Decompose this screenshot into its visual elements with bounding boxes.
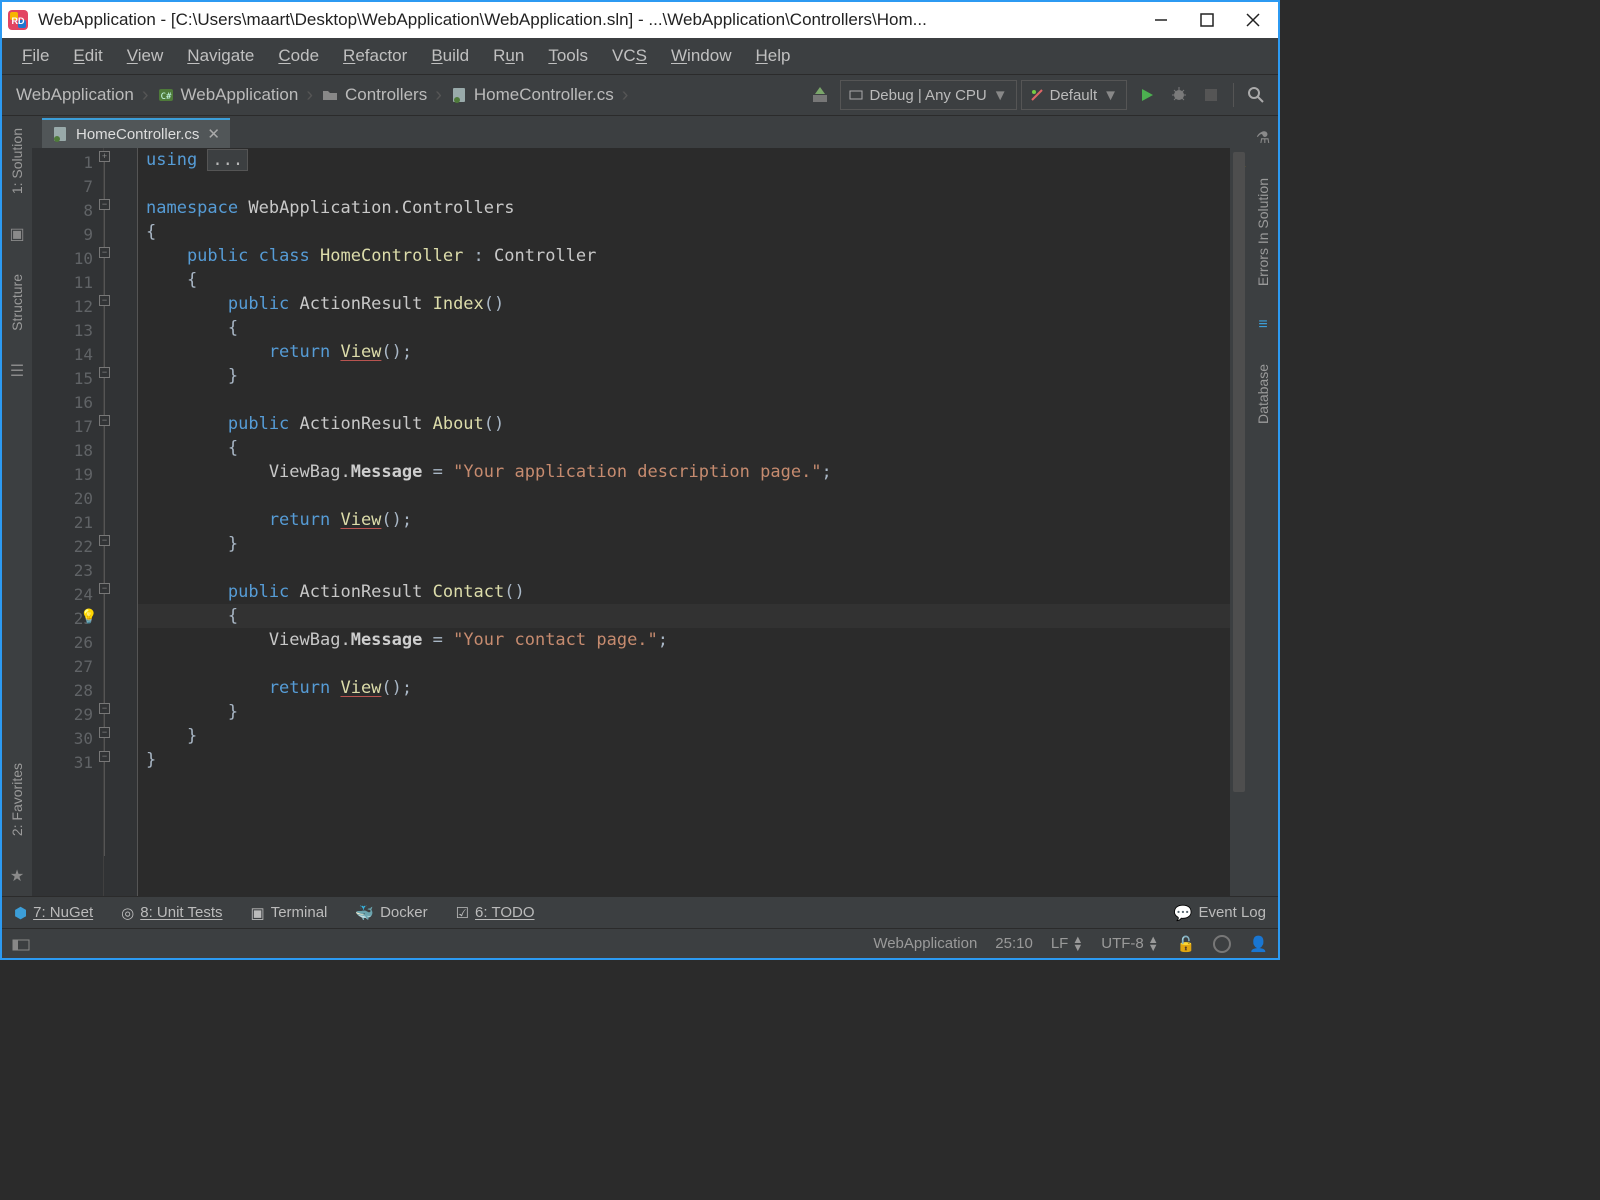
chevron-right-icon: ›	[435, 84, 442, 107]
svg-text:RD: RD	[12, 16, 25, 26]
status-caret-pos[interactable]: 25:10	[995, 935, 1033, 952]
window-title: WebApplication - [C:\Users\maart\Desktop…	[38, 10, 1138, 30]
main-row: 1: Solution ▣ Structure ☰ 2: Favorites ★…	[2, 116, 1278, 896]
bulb-icon[interactable]: 💡	[80, 608, 97, 625]
breadcrumb-project[interactable]: C# WebApplication	[149, 85, 307, 105]
fold-toggle[interactable]: −	[99, 703, 110, 714]
flask-icon: ⚗	[1256, 128, 1270, 148]
fold-toggle[interactable]: −	[99, 199, 110, 210]
fold-toggle[interactable]: −	[99, 295, 110, 306]
chevron-right-icon: ›	[306, 84, 313, 107]
menu-window[interactable]: Window	[661, 42, 741, 70]
file-tab[interactable]: HomeController.cs ✕	[42, 118, 230, 148]
tool-docker[interactable]: 🐳Docker	[355, 904, 427, 922]
run-button[interactable]	[1131, 80, 1163, 110]
structure-icon: ☰	[10, 361, 24, 381]
tool-event-log[interactable]: 💬Event Log	[1174, 904, 1266, 922]
editor: HomeController.cs ✕ 1 7 8 9 10 11 12 13 …	[32, 116, 1248, 896]
tool-todo[interactable]: ☑6: TODO	[456, 904, 535, 922]
maximize-button[interactable]	[1184, 2, 1230, 38]
minimize-button[interactable]	[1138, 2, 1184, 38]
breadcrumb-file[interactable]: HomeController.cs	[442, 85, 622, 105]
menubar: File Edit View Navigate Code Refactor Bu…	[2, 38, 1278, 74]
menu-refactor[interactable]: Refactor	[333, 42, 417, 70]
status-encoding[interactable]: UTF-8▲▼	[1101, 935, 1158, 952]
menu-run[interactable]: Run	[483, 42, 534, 70]
search-button[interactable]	[1240, 80, 1272, 110]
fold-toggle[interactable]: −	[99, 415, 110, 426]
close-button[interactable]	[1230, 2, 1276, 38]
tool-nuget[interactable]: ⬢7: NuGet	[14, 904, 93, 922]
solution-icon: ▣	[9, 224, 24, 244]
code-text[interactable]: using ... namespace WebApplication.Contr…	[138, 148, 1248, 896]
tool-terminal[interactable]: ▣Terminal	[251, 904, 328, 922]
left-tool-gutter: 1: Solution ▣ Structure ☰ 2: Favorites ★	[2, 116, 32, 896]
menu-file[interactable]: File	[12, 42, 59, 70]
status-line-ending[interactable]: LF▲▼	[1051, 935, 1083, 952]
menu-help[interactable]: Help	[745, 42, 800, 70]
bottom-tool-strip: ⬢7: NuGet ◎8: Unit Tests ▣Terminal 🐳Dock…	[2, 896, 1278, 928]
lock-icon[interactable]: 🔓	[1177, 935, 1196, 953]
code-area[interactable]: 1 7 8 9 10 11 12 13 14 15 16 17 18 19 20…	[32, 148, 1248, 896]
tool-solution[interactable]: 1: Solution	[9, 128, 25, 194]
menu-code[interactable]: Code	[268, 42, 329, 70]
progress-icon[interactable]	[1213, 935, 1231, 953]
database-icon: ≡	[1258, 316, 1267, 334]
breadcrumb-solution[interactable]: WebApplication	[8, 85, 142, 105]
stop-button[interactable]	[1195, 80, 1227, 110]
breadcrumb-folder[interactable]: Controllers	[313, 85, 435, 105]
line-number-gutter: 1 7 8 9 10 11 12 13 14 15 16 17 18 19 20…	[32, 148, 104, 896]
tool-structure[interactable]: Structure	[9, 274, 25, 331]
menu-tools[interactable]: Tools	[538, 42, 598, 70]
fold-toggle[interactable]: +	[99, 151, 110, 162]
scrollbar[interactable]: ⚠	[1230, 148, 1248, 896]
build-icon[interactable]	[804, 80, 836, 110]
right-tool-gutter: ⚗ Errors In Solution ≡ Database	[1248, 116, 1278, 896]
fold-toggle[interactable]: −	[99, 367, 110, 378]
target-selector[interactable]: Default ▼	[1021, 80, 1127, 110]
status-bar: WebApplication 25:10 LF▲▼ UTF-8▲▼ 🔓 👤	[2, 928, 1278, 958]
close-tab-icon[interactable]: ✕	[207, 125, 220, 143]
menu-navigate[interactable]: Navigate	[177, 42, 264, 70]
fold-toggle[interactable]: −	[99, 535, 110, 546]
scroll-thumb[interactable]	[1233, 152, 1245, 792]
inspector-icon[interactable]: 👤	[1249, 935, 1268, 953]
menu-edit[interactable]: Edit	[63, 42, 112, 70]
tab-bar: HomeController.cs ✕	[32, 116, 1248, 148]
svg-text:C#: C#	[160, 92, 171, 102]
fold-toggle[interactable]: −	[99, 583, 110, 594]
status-context[interactable]: WebApplication	[873, 935, 977, 952]
star-icon: ★	[10, 866, 24, 886]
tool-favorites[interactable]: 2: Favorites	[9, 763, 25, 836]
app-icon: RD	[4, 6, 32, 34]
run-config-selector[interactable]: Debug | Any CPU ▼	[840, 80, 1016, 110]
chevron-right-icon: ›	[622, 84, 629, 107]
fold-gutter: + − − − − − − − − − −	[104, 148, 138, 896]
tool-database[interactable]: Database	[1255, 364, 1271, 424]
tool-errors[interactable]: Errors In Solution	[1255, 178, 1271, 286]
titlebar: RD WebApplication - [C:\Users\maart\Desk…	[2, 2, 1278, 38]
status-icon[interactable]	[12, 937, 30, 951]
menu-build[interactable]: Build	[421, 42, 479, 70]
chevron-right-icon: ›	[142, 84, 149, 107]
fold-toggle[interactable]: −	[99, 247, 110, 258]
debug-button[interactable]	[1163, 80, 1195, 110]
menu-view[interactable]: View	[117, 42, 174, 70]
tool-unit-tests[interactable]: ◎8: Unit Tests	[121, 904, 222, 922]
navbar: WebApplication › C# WebApplication › Con…	[2, 74, 1278, 116]
file-tab-label: HomeController.cs	[76, 126, 199, 143]
fold-toggle[interactable]: −	[99, 751, 110, 762]
fold-toggle[interactable]: −	[99, 727, 110, 738]
menu-vcs[interactable]: VCS	[602, 42, 657, 70]
